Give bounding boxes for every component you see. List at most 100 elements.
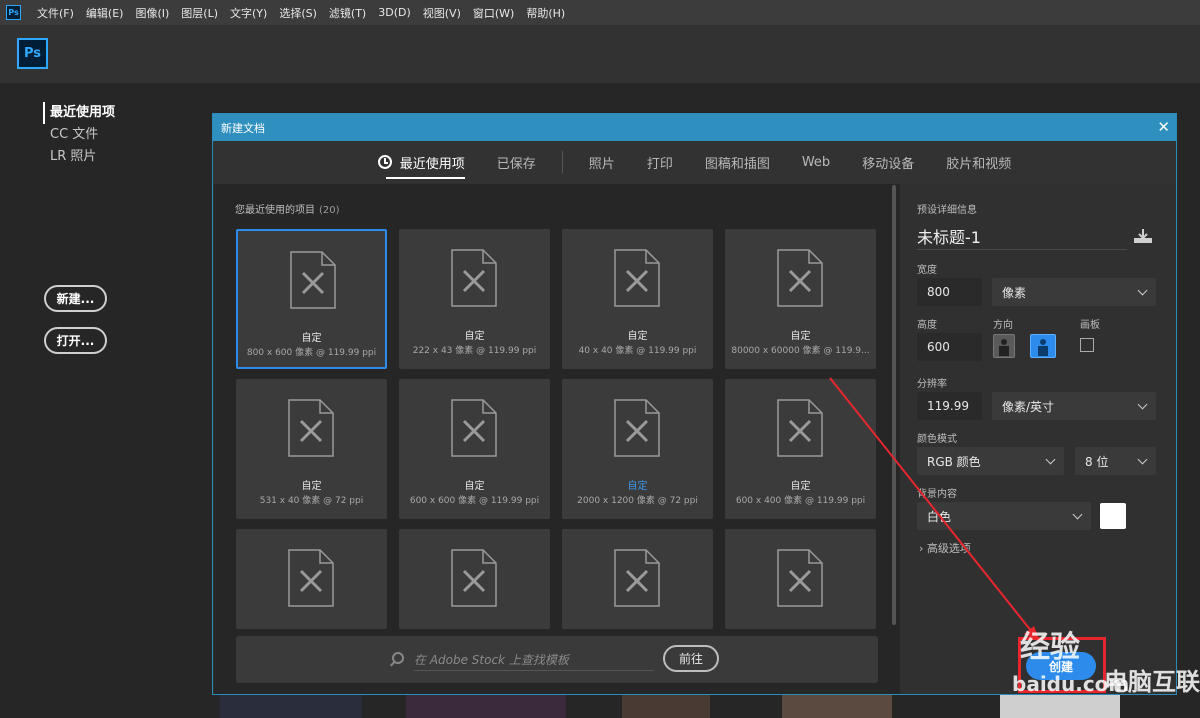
menu-window[interactable]: 窗口(W)	[467, 5, 520, 21]
recent-tile[interactable]: 自定 80000 x 60000 像素 @ 119.9...	[725, 229, 876, 369]
bit-depth-value: 8 位	[1085, 454, 1109, 469]
recent-tile[interactable]	[562, 529, 713, 629]
background-thumbnail	[406, 693, 566, 718]
tile-name: 自定	[790, 331, 811, 342]
menu-filter[interactable]: 滤镜(T)	[323, 5, 372, 21]
color-mode-value: RGB 颜色	[927, 454, 981, 469]
recent-tile[interactable]: 自定 600 x 600 像素 @ 119.99 ppi	[399, 379, 550, 519]
recent-tile[interactable]: 自定 800 x 600 像素 @ 119.99 ppi	[236, 229, 387, 369]
chevron-down-icon	[1137, 399, 1148, 410]
artboard-checkbox[interactable]	[1080, 338, 1094, 352]
home-open-button[interactable]: 打开...	[44, 327, 107, 354]
recent-tile[interactable]: 自定 600 x 400 像素 @ 119.99 ppi	[725, 379, 876, 519]
tile-size: 600 x 600 像素 @ 119.99 ppi	[409, 496, 540, 506]
menu-select[interactable]: 选择(S)	[273, 5, 323, 21]
menu-edit[interactable]: 编辑(E)	[80, 5, 130, 21]
background-color-swatch[interactable]	[1100, 503, 1126, 529]
save-preset-icon[interactable]	[1133, 229, 1153, 243]
home-new-button[interactable]: 新建...	[44, 285, 107, 312]
width-field[interactable]: 800	[917, 278, 982, 306]
recent-tile[interactable]	[399, 529, 550, 629]
home-nav-lr-photos[interactable]: LR 照片	[43, 146, 115, 168]
tile-size: 800 x 600 像素 @ 119.99 ppi	[246, 348, 377, 358]
width-unit-value: 像素	[1002, 285, 1027, 300]
close-icon[interactable]: ✕	[1157, 120, 1170, 135]
advanced-options-toggle[interactable]: › 高级选项	[919, 540, 971, 556]
home-nav: 最近使用项 CC 文件 LR 照片	[43, 102, 115, 168]
document-template-icon	[288, 549, 334, 607]
menu-3d[interactable]: 3D(D)	[372, 6, 417, 19]
tile-size: 222 x 43 像素 @ 119.99 ppi	[412, 346, 537, 356]
preset-details-label: 预设详细信息	[917, 205, 977, 216]
recent-tile[interactable]: 自定 40 x 40 像素 @ 119.99 ppi	[562, 229, 713, 369]
color-mode-label: 颜色模式	[917, 434, 957, 445]
tab-art-illustration[interactable]: 图稿和插图	[689, 141, 786, 183]
tile-name: 自定	[301, 333, 322, 344]
background-thumbnail	[1000, 693, 1120, 718]
document-template-icon	[614, 549, 660, 607]
landscape-orientation-button[interactable]	[1030, 334, 1056, 358]
person-icon	[1038, 339, 1048, 356]
background-thumbnail	[782, 693, 892, 718]
menu-layer[interactable]: 图层(L)	[175, 5, 224, 21]
recent-items-pane: 您最近使用的项目 (20) 自定 800 x 600 像素 @ 119.99 ppi…	[214, 184, 900, 694]
menu-image[interactable]: 图像(I)	[129, 5, 175, 21]
recent-tile[interactable]: 自定 222 x 43 像素 @ 119.99 ppi	[399, 229, 550, 369]
bit-depth-dropdown[interactable]: 8 位	[1075, 447, 1156, 475]
color-mode-dropdown[interactable]: RGB 颜色	[917, 447, 1064, 475]
width-unit-dropdown[interactable]: 像素	[992, 278, 1156, 306]
background-contents-value: 白色	[927, 509, 952, 524]
tab-recent[interactable]: 最近使用项	[362, 141, 481, 183]
tab-mobile[interactable]: 移动设备	[846, 141, 930, 183]
document-template-icon	[288, 399, 334, 457]
tab-label: 最近使用项	[399, 156, 465, 172]
chevron-down-icon	[1045, 454, 1056, 465]
menu-type[interactable]: 文字(Y)	[224, 5, 273, 21]
menu-help[interactable]: 帮助(H)	[520, 5, 571, 21]
chevron-down-icon	[1137, 454, 1148, 465]
tab-saved[interactable]: 已保存	[481, 141, 552, 183]
recent-section-title: 您最近使用的项目 (20)	[235, 201, 340, 216]
recent-tile[interactable]	[725, 529, 876, 629]
go-button[interactable]: 前往	[663, 645, 719, 672]
artboard-label: 画板	[1080, 320, 1100, 331]
scrollbar[interactable]	[892, 185, 896, 625]
tile-name: 自定	[627, 481, 648, 492]
tile-name: 自定	[627, 331, 648, 342]
tab-print[interactable]: 打印	[631, 141, 689, 183]
resolution-field[interactable]: 119.99	[917, 392, 982, 420]
background-thumbnail	[220, 693, 362, 718]
tab-web[interactable]: Web	[786, 141, 846, 183]
recent-tile[interactable]: 自定 2000 x 1200 像素 @ 72 ppi	[562, 379, 713, 519]
home-nav-cc-files[interactable]: CC 文件	[43, 124, 115, 146]
document-template-icon	[614, 249, 660, 307]
document-template-icon	[777, 399, 823, 457]
photoshop-logo[interactable]: Ps	[17, 38, 48, 69]
person-icon	[999, 339, 1009, 356]
tab-photo[interactable]: 照片	[573, 141, 631, 183]
advanced-options-label: 高级选项	[926, 542, 971, 555]
menu-view[interactable]: 视图(V)	[417, 5, 467, 21]
new-document-dialog: 新建文档 ✕ 最近使用项 已保存 照片 打印 图稿和插图 Web 移动设备 胶片…	[212, 113, 1177, 695]
resolution-unit-value: 像素/英寸	[1002, 399, 1055, 414]
search-icon	[392, 652, 404, 664]
tile-name: 自定	[464, 331, 485, 342]
resolution-unit-dropdown[interactable]: 像素/英寸	[992, 392, 1156, 420]
tab-film-video[interactable]: 胶片和视频	[930, 141, 1027, 183]
watermark-text: 电脑互联	[1104, 668, 1200, 696]
background-contents-dropdown[interactable]: 白色	[917, 502, 1091, 530]
recent-tile[interactable]	[236, 529, 387, 629]
chevron-down-icon	[1137, 285, 1148, 296]
stock-search-input[interactable]	[414, 649, 654, 671]
photoshop-app-icon: Ps	[6, 5, 21, 20]
tile-size: 531 x 40 像素 @ 72 ppi	[259, 496, 364, 506]
portrait-orientation-button[interactable]	[993, 334, 1015, 358]
preset-name-field[interactable]: 未标题-1	[917, 224, 1127, 250]
home-nav-recent[interactable]: 最近使用项	[43, 102, 115, 124]
background-contents-label: 背景内容	[917, 489, 957, 500]
document-template-icon	[777, 249, 823, 307]
height-field[interactable]: 600	[917, 333, 982, 361]
recent-tile[interactable]: 自定 531 x 40 像素 @ 72 ppi	[236, 379, 387, 519]
tile-name: 自定	[464, 481, 485, 492]
menu-file[interactable]: 文件(F)	[31, 5, 80, 21]
